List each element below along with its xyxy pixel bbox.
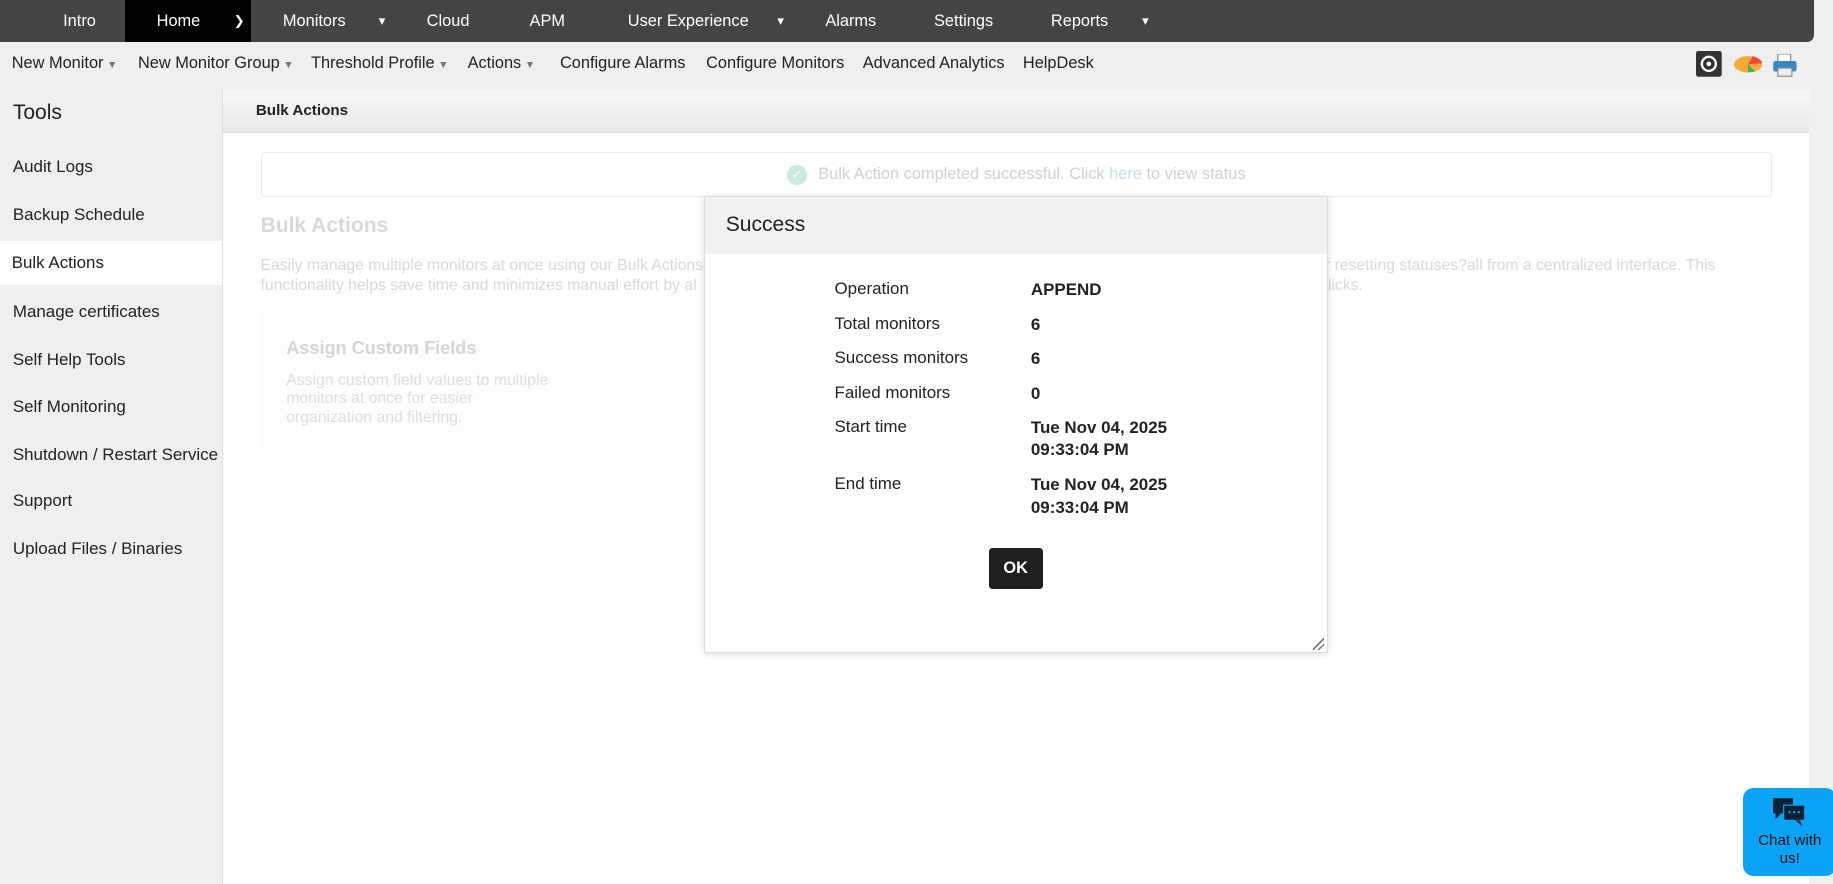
pie-chart-icon[interactable] — [1733, 55, 1762, 79]
nav-apm[interactable]: APM — [530, 0, 565, 42]
section-title: Bulk Actions — [260, 213, 389, 237]
caret-down-icon: ▼ — [438, 58, 449, 71]
operation-value: APPEND — [1030, 280, 1102, 300]
failed-monitors-value: 0 — [1030, 384, 1041, 404]
sidebar-item-support[interactable]: Support — [0, 479, 222, 523]
operation-label: Operation — [834, 279, 909, 299]
sidebar-item-self-help-tools[interactable]: Self Help Tools — [0, 338, 222, 382]
alert-text: Bulk Action completed successful. Click — [818, 164, 1110, 183]
sidebar-item-shutdown-restart[interactable]: Shutdown / Restart Service — [0, 433, 222, 477]
dialog-title: Success — [704, 197, 1327, 254]
nav-reports[interactable]: Reports — [1051, 0, 1108, 42]
sidebar-item-audit-logs[interactable]: Audit Logs — [0, 145, 222, 189]
subnav-actions[interactable]: Actions ▼ — [468, 54, 536, 73]
label: New Monitor Group — [137, 53, 280, 72]
chevron-down-icon[interactable]: ▾ — [777, 0, 783, 42]
end-time-clock: 09:33:04 PM — [1030, 497, 1129, 517]
description-line: functionality helps save time and minimi… — [260, 276, 697, 294]
panel-header: Bulk Actions — [223, 90, 1810, 134]
caret-down-icon: ▼ — [107, 58, 118, 71]
sidebar-title: Tools — [12, 100, 62, 124]
success-monitors-label: Success monitors — [834, 348, 969, 368]
label: New Monitor — [11, 53, 104, 72]
nav-cloud[interactable]: Cloud — [427, 0, 470, 42]
start-time-date: Tue Nov 04, 2025 — [1030, 418, 1168, 438]
total-monitors-label: Total monitors — [834, 314, 940, 334]
camera-shutter-icon[interactable] — [1696, 51, 1722, 82]
ok-button[interactable]: OK — [988, 548, 1043, 589]
nav-alarms[interactable]: Alarms — [825, 0, 876, 42]
chat-label: Chat with us! — [1758, 832, 1822, 867]
nav-monitors[interactable]: Monitors — [283, 0, 346, 42]
label: Actions — [467, 53, 522, 72]
sidebar-item-manage-certificates[interactable]: Manage certificates — [0, 290, 222, 334]
success-monitors-value: 6 — [1030, 349, 1041, 369]
subnav-helpdesk[interactable]: HelpDesk — [1023, 54, 1094, 73]
label: Threshold Profile — [310, 53, 435, 72]
end-time-label: End time — [834, 474, 902, 494]
assign-custom-fields-card[interactable]: Assign Custom Fields Assign custom field… — [260, 309, 574, 454]
subnav-configure-monitors[interactable]: Configure Monitors — [706, 54, 844, 73]
caret-down-icon: ▼ — [283, 58, 294, 71]
end-time-date: Tue Nov 04, 2025 — [1030, 475, 1168, 495]
subnav-advanced-analytics[interactable]: Advanced Analytics — [863, 54, 1005, 73]
start-time-clock: 09:33:04 PM — [1030, 440, 1129, 460]
failed-monitors-label: Failed monitors — [834, 383, 951, 403]
subnav-threshold-profile[interactable]: Threshold Profile ▼ — [311, 54, 449, 73]
top-nav: Intro Home ❯ Monitors ▾ Cloud APM User Ex… — [0, 0, 1815, 43]
chevron-down-icon[interactable]: ▾ — [379, 0, 385, 42]
card-title: Assign Custom Fields — [286, 337, 477, 358]
description-line: Easily manage multiple monitors at once … — [260, 256, 704, 274]
sidebar-item-self-monitoring[interactable]: Self Monitoring — [0, 385, 222, 429]
nav-home-label: Home — [156, 12, 201, 30]
subnav-configure-alarms[interactable]: Configure Alarms — [560, 54, 685, 73]
view-status-link[interactable]: here — [1109, 165, 1142, 183]
subnav-new-monitor[interactable]: New Monitor ▼ — [12, 54, 118, 73]
card-description: Assign custom field values to multiple m… — [286, 371, 549, 427]
chevron-down-icon[interactable]: ▾ — [1142, 0, 1148, 42]
printer-icon[interactable] — [1772, 53, 1798, 82]
alert-suffix: to view status — [1141, 164, 1246, 183]
sidebar-item-backup-schedule[interactable]: Backup Schedule — [0, 193, 222, 237]
start-time-label: Start time — [834, 417, 907, 437]
nav-intro[interactable]: Intro — [63, 0, 96, 42]
nav-user-experience[interactable]: User Experience — [628, 0, 749, 42]
chat-bubbles-icon — [1743, 788, 1833, 832]
chat-button[interactable]: Chat with us! — [1742, 787, 1833, 876]
sidebar-item-bulk-actions[interactable]: Bulk Actions — [0, 240, 223, 286]
caret-down-icon: ▼ — [524, 58, 536, 71]
success-dialog: Success Operation APPEND Total monitors … — [703, 196, 1328, 654]
subnav-new-monitor-group[interactable]: New Monitor Group ▼ — [138, 54, 294, 73]
description-line: licks. — [1327, 276, 1363, 294]
nav-settings[interactable]: Settings — [934, 0, 993, 42]
resize-handle-icon[interactable] — [1312, 638, 1325, 650]
total-monitors-value: 6 — [1030, 315, 1041, 335]
sidebar: Tools Audit Logs Backup Schedule Bulk Ac… — [0, 89, 223, 884]
success-alert: ✓ Bulk Action completed successful. Click… — [260, 151, 1772, 198]
sidebar-item-upload-files[interactable]: Upload Files / Binaries — [0, 527, 222, 571]
check-circle-icon: ✓ — [786, 164, 807, 185]
description-line: or resetting statuses?all from a central… — [1316, 256, 1716, 274]
chevron-down-icon: ❯ — [233, 13, 245, 28]
nav-home[interactable]: Home ❯ — [125, 0, 252, 43]
